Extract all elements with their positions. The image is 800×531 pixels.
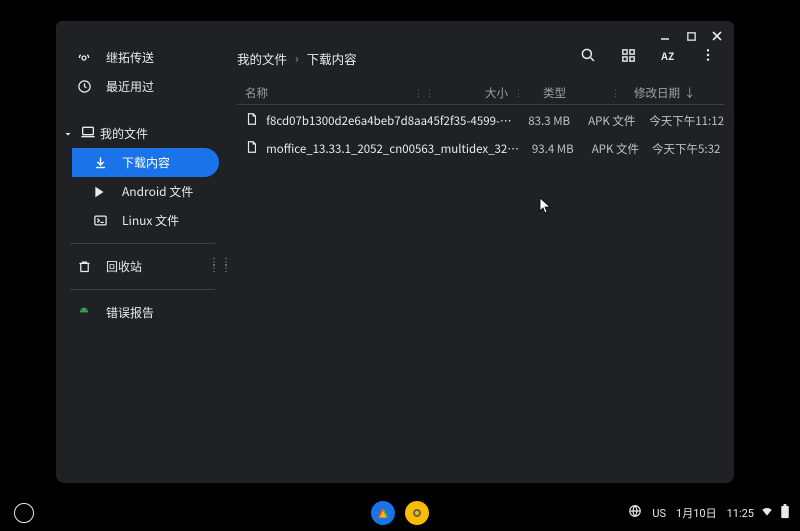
column-label: 名称 (245, 85, 268, 101)
column-header-date[interactable]: 修改日期 ↓ (628, 85, 724, 101)
shelf-date: 1月10日 (676, 505, 717, 521)
column-header-type[interactable]: 类型 (531, 85, 611, 101)
file-list-header: 名称 ⋮⋮ 大小 ⋮ 类型 ⋮ 修改日期 ↓ (237, 81, 724, 105)
file-name: f8cd07b1300d2e6a4beb7d8aa45f2f35-4599-18… (266, 113, 516, 129)
android-icon (76, 305, 92, 321)
sidebar-children-my-files: 下载内容 Android 文件 Linux 文件 (56, 148, 229, 235)
column-resize-handle[interactable]: ⋮⋮ (414, 91, 442, 95)
sidebar-item-nearby-share[interactable]: 继拓传送 (56, 43, 229, 72)
toolbar: AZ (578, 45, 718, 65)
main-panel: 我的文件 › 下载内容 AZ (229, 21, 734, 483)
launcher-button[interactable] (14, 503, 34, 523)
column-resize-handle[interactable]: ⋮ (514, 91, 531, 95)
file-date: 今天下午11:12 (643, 113, 724, 129)
view-grid-button[interactable] (618, 45, 638, 65)
column-resize-handle[interactable]: ⋮ (611, 91, 628, 95)
ime-indicator-icon (628, 504, 642, 522)
shelf: US 1月10日 11:25 (0, 495, 800, 531)
chevron-right-icon: › (295, 50, 299, 67)
sidebar-group-toggle-my-files[interactable]: 我的文件 (56, 119, 229, 148)
battery-icon (780, 504, 790, 523)
sort-button[interactable]: AZ (658, 45, 678, 65)
column-header-name[interactable]: 名称 (237, 85, 414, 101)
ime-label: US (652, 507, 666, 520)
breadcrumb-root[interactable]: 我的文件 (237, 49, 287, 68)
status-area[interactable]: US 1月10日 11:25 (628, 504, 790, 523)
shelf-time: 11:25 (727, 507, 754, 520)
file-size: 83.3 MB (517, 113, 577, 129)
shelf-app-files[interactable] (371, 501, 395, 525)
wifi-icon (760, 504, 774, 522)
column-header-size[interactable]: 大小 (442, 85, 514, 101)
file-row[interactable]: moffice_13.33.1_2052_cn00563_multidex_32… (237, 135, 724, 163)
sidebar-item-label: 下载内容 (122, 154, 170, 171)
nearby-share-icon (76, 50, 92, 66)
sidebar: 继拓传送 最近用过 我的文件 (56, 21, 229, 483)
sidebar-divider (70, 289, 215, 290)
download-icon (92, 155, 108, 171)
sidebar-item-downloads[interactable]: 下载内容 (72, 148, 219, 177)
more-options-button[interactable] (698, 45, 718, 65)
column-label: 大小 (485, 85, 508, 101)
sidebar-item-recent[interactable]: 最近用过 (56, 72, 229, 101)
file-size: 93.4 MB (521, 141, 580, 157)
sidebar-item-label: 继拓传送 (106, 49, 154, 66)
clock-icon (76, 79, 92, 95)
sidebar-item-android-files[interactable]: Android 文件 (72, 177, 229, 206)
sidebar-resize-handle[interactable]: ⋮⋮⋮⋮ (209, 258, 221, 272)
sidebar-item-trash[interactable]: 回收站 (56, 252, 229, 281)
sidebar-item-linux-files[interactable]: Linux 文件 (72, 206, 229, 235)
files-window: 继拓传送 最近用过 我的文件 (56, 21, 734, 483)
column-label: 修改日期 (634, 85, 680, 101)
sort-desc-icon: ↓ (684, 85, 696, 101)
sidebar-item-bug-report[interactable]: 错误报告 (56, 298, 229, 327)
sidebar-item-label: 错误报告 (106, 304, 154, 321)
search-button[interactable] (578, 45, 598, 65)
sidebar-divider (70, 243, 215, 244)
sidebar-item-label: 我的文件 (100, 125, 148, 142)
sort-label: AZ (661, 48, 675, 63)
sidebar-item-label: 最近用过 (106, 78, 154, 95)
terminal-icon (92, 213, 108, 229)
shelf-app-other[interactable] (405, 501, 429, 525)
shelf-apps (371, 501, 429, 525)
file-icon (245, 140, 256, 158)
chevron-down-icon (62, 127, 76, 141)
file-name: moffice_13.33.1_2052_cn00563_multidex_32… (266, 141, 521, 157)
play-store-icon (92, 184, 108, 200)
file-list: f8cd07b1300d2e6a4beb7d8aa45f2f35-4599-18… (237, 107, 724, 163)
breadcrumb-current: 下载内容 (307, 49, 357, 68)
mouse-cursor-icon (539, 196, 551, 214)
breadcrumb: 我的文件 › 下载内容 (237, 49, 357, 68)
file-type: APK 文件 (576, 113, 643, 129)
file-date: 今天下午5:32 (646, 141, 724, 157)
trash-icon (76, 259, 92, 275)
column-label: 类型 (543, 85, 566, 101)
sidebar-item-label: 回收站 (106, 258, 142, 275)
laptop-icon (80, 124, 96, 144)
file-type: APK 文件 (580, 141, 646, 157)
sidebar-item-label: Linux 文件 (122, 212, 179, 229)
file-row[interactable]: f8cd07b1300d2e6a4beb7d8aa45f2f35-4599-18… (237, 107, 724, 135)
file-icon (245, 112, 256, 130)
sidebar-item-label: Android 文件 (122, 183, 193, 200)
